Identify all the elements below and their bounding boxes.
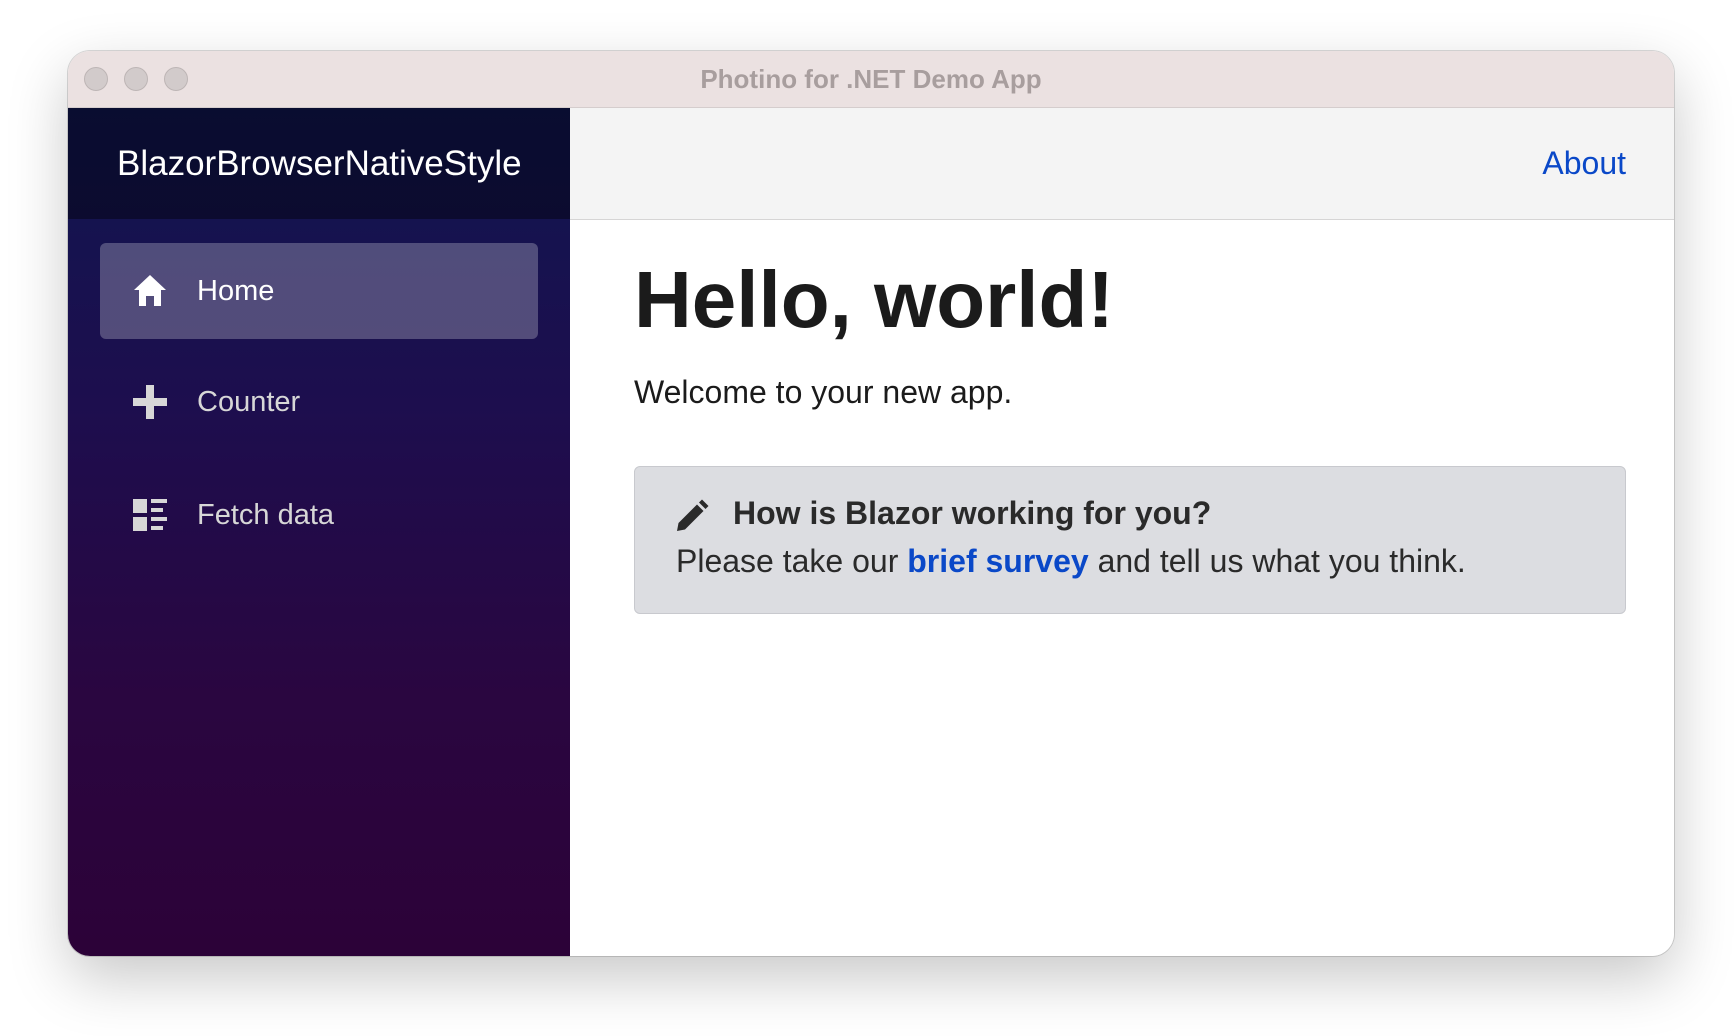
pencil-icon <box>675 499 709 533</box>
brand-link[interactable]: BlazorBrowserNativeStyle <box>117 108 522 219</box>
welcome-text: Welcome to your new app. <box>634 374 1013 410</box>
survey-text: Please take our brief survey and tell us… <box>676 543 1466 580</box>
nav-label-fetch-data: Fetch data <box>197 499 335 531</box>
survey-heading: How is Blazor working for you? <box>733 495 1212 531</box>
about-link[interactable]: About <box>1542 108 1626 219</box>
title-bar[interactable]: Photino for .NET Demo App <box>68 51 1674 108</box>
nav-label-counter: Counter <box>197 386 301 418</box>
sidebar: BlazorBrowserNativeStyle Home Counter Fe… <box>68 108 570 956</box>
nav-item-fetch-data[interactable]: Fetch data <box>100 467 538 563</box>
survey-text-after: and tell us what you think. <box>1097 543 1466 579</box>
plus-icon <box>132 384 168 420</box>
brand-bar: BlazorBrowserNativeStyle <box>68 108 570 219</box>
brief-survey-link[interactable]: brief survey <box>907 543 1088 579</box>
nav-label-home: Home <box>197 275 275 307</box>
nav-item-home[interactable]: Home <box>100 243 538 339</box>
home-icon <box>132 273 168 309</box>
app-window: Photino for .NET Demo App BlazorBrowserN… <box>68 51 1674 956</box>
window-title: Photino for .NET Demo App <box>700 64 1042 94</box>
page-title: Hello, world! <box>634 255 1114 344</box>
list-rich-icon <box>132 497 168 533</box>
survey-prompt: How is Blazor working for you? Please ta… <box>634 466 1626 614</box>
nav-item-counter[interactable]: Counter <box>100 354 538 450</box>
survey-text-before: Please take our <box>676 543 899 579</box>
top-row: About <box>570 108 1674 220</box>
main-content: Hello, world! Welcome to your new app. H… <box>570 220 1674 956</box>
